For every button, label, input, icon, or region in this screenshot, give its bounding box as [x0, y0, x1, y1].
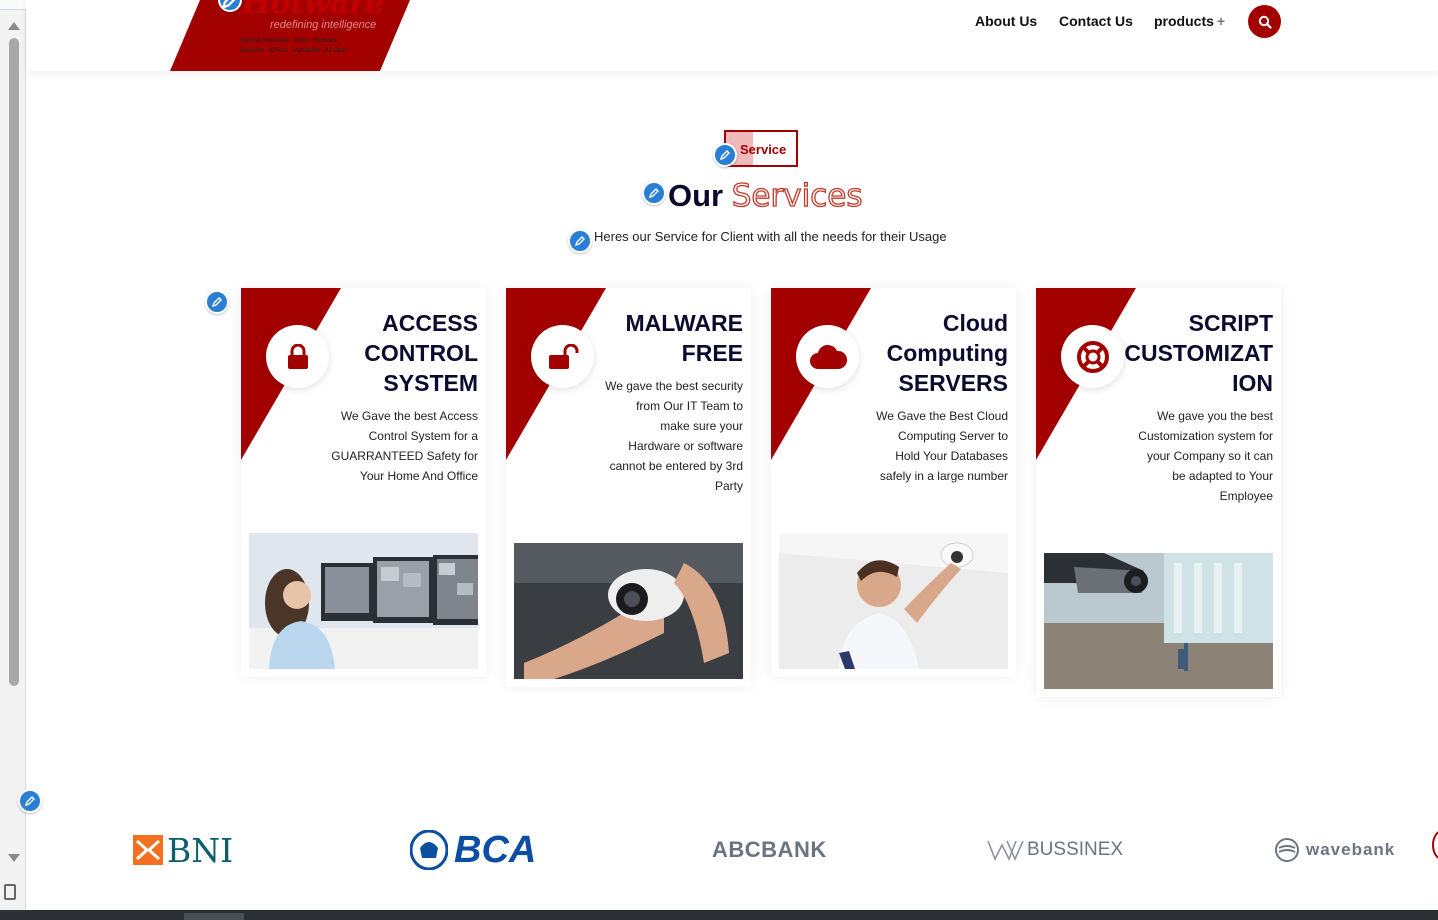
section-subtitle: Heres our Service for Client with all th… — [594, 229, 947, 244]
service-card-script-customization[interactable]: SCRIPT CUSTOMIZAT ION We gave you the be… — [1036, 288, 1281, 697]
bank-name: BNI — [167, 830, 234, 870]
service-card-access-control[interactable]: ACCESS CONTROL SYSTEM We Gave the best A… — [241, 288, 486, 677]
bca-mark-icon — [410, 830, 448, 870]
service-tag-label: Service — [740, 142, 787, 157]
edit-pencil-icon[interactable] — [18, 789, 42, 813]
bottom-taskbar — [0, 910, 1438, 920]
section-title-part1: Our — [668, 178, 724, 213]
cloud-icon — [796, 325, 859, 388]
card-title: ACCESS CONTROL SYSTEM — [364, 308, 478, 398]
card-description: We Gave the best Access Control System f… — [331, 406, 478, 486]
search-button[interactable] — [1248, 5, 1281, 38]
card-title: MALWARE FREE — [625, 308, 743, 368]
scroll-up-arrow-icon[interactable] — [8, 22, 20, 30]
logo-partners-line-2: Gasveno · IOTcok · Vanderbilt · Ax Optic — [240, 48, 348, 54]
card-desc-line: Employee — [1219, 489, 1273, 503]
edit-pencil-icon[interactable] — [218, 0, 242, 12]
card-description: We Gave the Best Cloud Computing Server … — [876, 406, 1008, 486]
partial-logo-edge — [1432, 830, 1438, 860]
card-desc-line: Computing Server to — [897, 429, 1008, 443]
plus-icon: + — [1216, 13, 1226, 29]
device-icon[interactable] — [4, 884, 16, 900]
bank-name: BUSSINEX — [1027, 839, 1124, 860]
card-desc-line: Hold Your Databases — [895, 449, 1008, 463]
card-desc-line: We gave you the best — [1157, 409, 1273, 423]
card-desc-line: Control System for a — [368, 429, 478, 443]
card-title-line: ACCESS — [382, 310, 478, 336]
service-card-cloud-computing[interactable]: Cloud Computing SERVERS We Gave the Best… — [771, 288, 1016, 677]
card-image-cctv-monitoring — [249, 533, 478, 669]
editor-scrollbar[interactable] — [0, 0, 26, 910]
card-title-line: CUSTOMIZAT — [1124, 340, 1273, 366]
section-title-part2: Services — [731, 177, 863, 214]
nav-products-label: products — [1154, 13, 1214, 29]
edit-pencil-icon[interactable] — [713, 143, 737, 167]
service-card-malware-free[interactable]: MALWARE FREE We gave the best security f… — [506, 288, 751, 687]
card-desc-line: make sure your — [660, 419, 743, 433]
logo-tagline: redefining intelligence — [270, 19, 377, 31]
card-image-security-camera-hands — [514, 543, 743, 679]
edit-pencil-icon[interactable] — [205, 290, 229, 314]
lifebuoy-icon — [1061, 325, 1124, 388]
bank-logo-bca[interactable]: BCA — [410, 828, 536, 872]
card-description: We gave the best security from Our IT Te… — [605, 376, 743, 496]
card-desc-line: be adapted to Your — [1172, 469, 1273, 483]
card-desc-line: We Gave the best Access — [340, 409, 478, 423]
card-title-line: ION — [1232, 370, 1273, 396]
nav-products[interactable]: products + — [1154, 13, 1225, 33]
taskbar-segment[interactable] — [184, 913, 244, 920]
unlock-icon — [531, 325, 594, 388]
card-desc-line: cannot be entered by 3rd — [609, 459, 743, 473]
card-title: SCRIPT CUSTOMIZAT ION — [1124, 308, 1273, 398]
bni-mark-icon — [133, 835, 163, 865]
card-desc-line: from Our IT Team to — [636, 399, 743, 413]
scroll-down-arrow-icon[interactable] — [8, 854, 20, 862]
card-desc-line: GUARRANTEED Safety for — [331, 449, 478, 463]
logo-partners-line-1: Silocket Indonesia · Onlix · Redware — [240, 38, 338, 44]
edit-pencil-icon[interactable] — [568, 229, 592, 253]
bank-logo-bni[interactable]: BNI — [133, 828, 233, 872]
card-description: We gave you the best Customization syste… — [1138, 406, 1273, 506]
card-title-line: CONTROL — [364, 340, 478, 366]
site-logo[interactable]: Hotware redefining intelligence Silocket… — [170, 0, 410, 71]
site-header: Hotware redefining intelligence Silocket… — [26, 0, 1438, 71]
bank-logo-bussinex[interactable]: BUSSINEX — [987, 828, 1123, 872]
scrollbar-thumb[interactable] — [9, 38, 19, 686]
bank-name: BCA — [454, 828, 537, 871]
card-title-line: SCRIPT — [1188, 310, 1273, 336]
logo-brand: Hotware — [242, 0, 385, 21]
lock-icon — [266, 325, 329, 388]
edit-pencil-icon[interactable] — [642, 181, 666, 205]
card-desc-line: We gave the best security — [605, 379, 743, 393]
card-image-technician-installing — [779, 533, 1008, 669]
card-desc-line: We Gave the Best Cloud — [876, 409, 1008, 423]
card-desc-line: Hardware or software — [628, 439, 743, 453]
scrollbar-top-tab — [0, 0, 26, 10]
nav-about-us[interactable]: About Us — [975, 13, 1037, 33]
card-desc-line: your Company so it can — [1146, 449, 1273, 463]
card-title: Cloud Computing SERVERS — [887, 308, 1008, 398]
bank-name: wavebank — [1306, 840, 1396, 859]
card-title-line: SERVERS — [898, 370, 1008, 396]
card-title-line: MALWARE — [625, 310, 743, 336]
card-desc-line: Your Home And Office — [359, 469, 478, 483]
section-title: Our Services — [668, 177, 863, 214]
bank-logo-wavebank[interactable]: wavebank — [1274, 828, 1395, 872]
bank-logo-abcbank[interactable]: ABCBANK — [712, 828, 827, 872]
search-icon — [1258, 15, 1272, 29]
card-desc-line: safely in a large number — [879, 469, 1008, 483]
card-desc-line: Customization system for — [1138, 429, 1273, 443]
bussinex-mark-icon — [987, 840, 1024, 861]
card-image-cctv-lobby — [1044, 553, 1273, 689]
bank-name: ABCBANK — [712, 837, 827, 862]
card-desc-line: Party — [714, 479, 743, 493]
card-title-line: Computing — [886, 340, 1008, 366]
wavebank-mark-icon — [1275, 838, 1299, 862]
card-title-line: FREE — [681, 340, 743, 366]
nav-contact-us[interactable]: Contact Us — [1059, 13, 1133, 33]
card-title-line: SYSTEM — [383, 370, 478, 396]
card-title-line: Cloud — [942, 310, 1008, 336]
